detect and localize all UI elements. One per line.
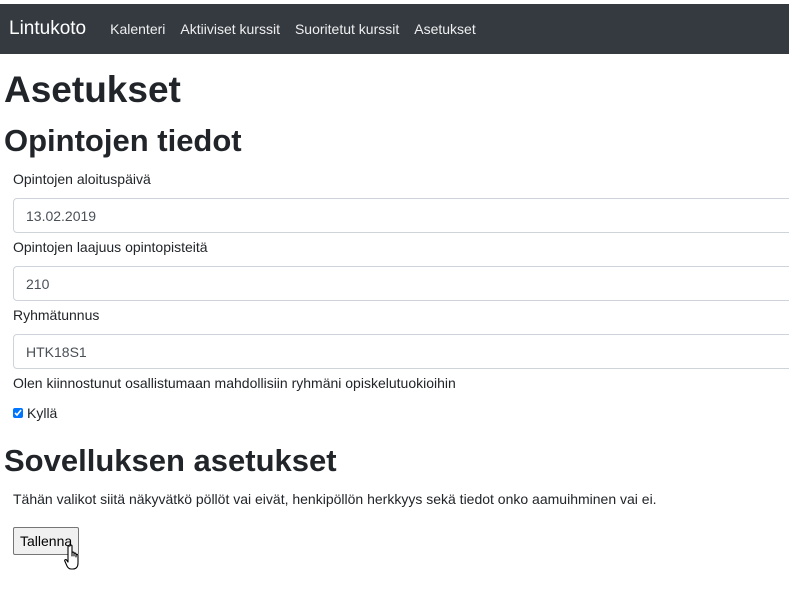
app-settings-description: Tähän valikot siitä näkyvätkö pöllöt vai…: [13, 491, 657, 507]
nav-link-suoritetut-kurssit[interactable]: Suoritetut kurssit: [295, 21, 399, 37]
interest-checkbox[interactable]: [13, 408, 23, 418]
interest-label: Olen kiinnostunut osallistumaan mahdolli…: [13, 375, 456, 391]
credits-label: Opintojen laajuus opintopisteitä: [13, 239, 208, 255]
group-input[interactable]: [13, 334, 789, 369]
group-label: Ryhmätunnus: [13, 307, 100, 323]
app-settings-heading: Sovelluksen asetukset: [4, 443, 337, 478]
study-info-heading: Opintojen tiedot: [4, 123, 242, 158]
credits-input[interactable]: [13, 266, 789, 301]
navbar-brand[interactable]: Lintukoto: [9, 18, 86, 40]
interest-checkbox-label[interactable]: Kyllä: [27, 405, 57, 421]
navbar: Lintukoto Kalenteri Aktiiviset kurssit S…: [0, 4, 789, 54]
interest-checkbox-row: Kyllä: [13, 405, 57, 421]
page-title: Asetukset: [4, 69, 181, 110]
nav-link-kalenteri[interactable]: Kalenteri: [110, 21, 165, 37]
start-date-input[interactable]: [13, 198, 789, 233]
nav-link-aktiiviset-kurssit[interactable]: Aktiiviset kurssit: [180, 21, 280, 37]
start-date-label: Opintojen aloituspäivä: [13, 171, 151, 187]
nav-link-asetukset[interactable]: Asetukset: [414, 21, 475, 37]
save-button[interactable]: Tallenna: [13, 527, 80, 555]
